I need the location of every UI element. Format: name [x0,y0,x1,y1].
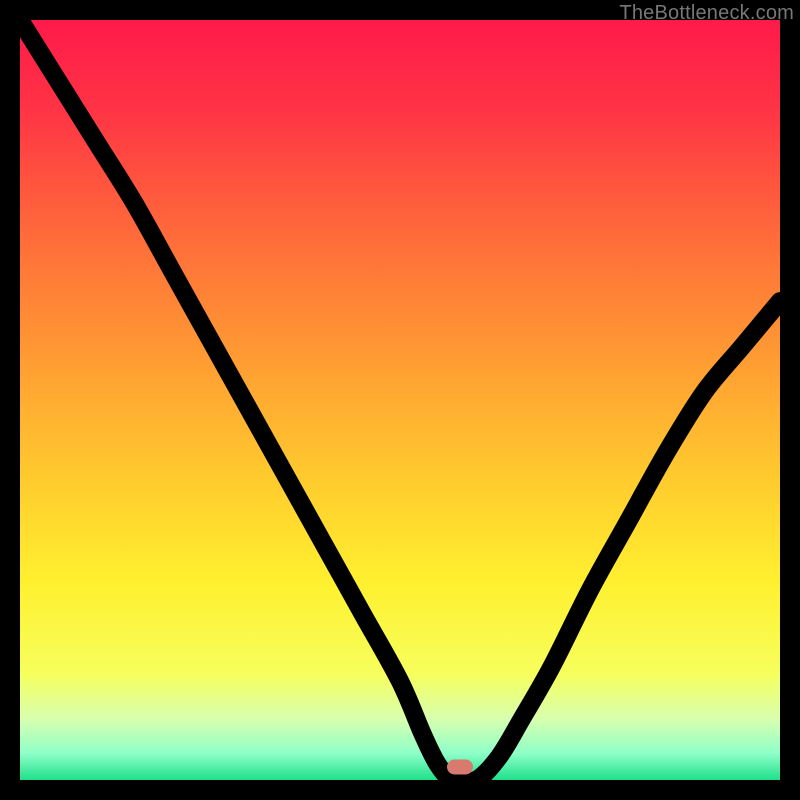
chart-frame: TheBottleneck.com [0,0,800,800]
curve-layer [20,20,780,780]
bottleneck-curve [20,20,780,780]
min-point-marker [447,760,473,775]
plot-area [20,20,780,780]
